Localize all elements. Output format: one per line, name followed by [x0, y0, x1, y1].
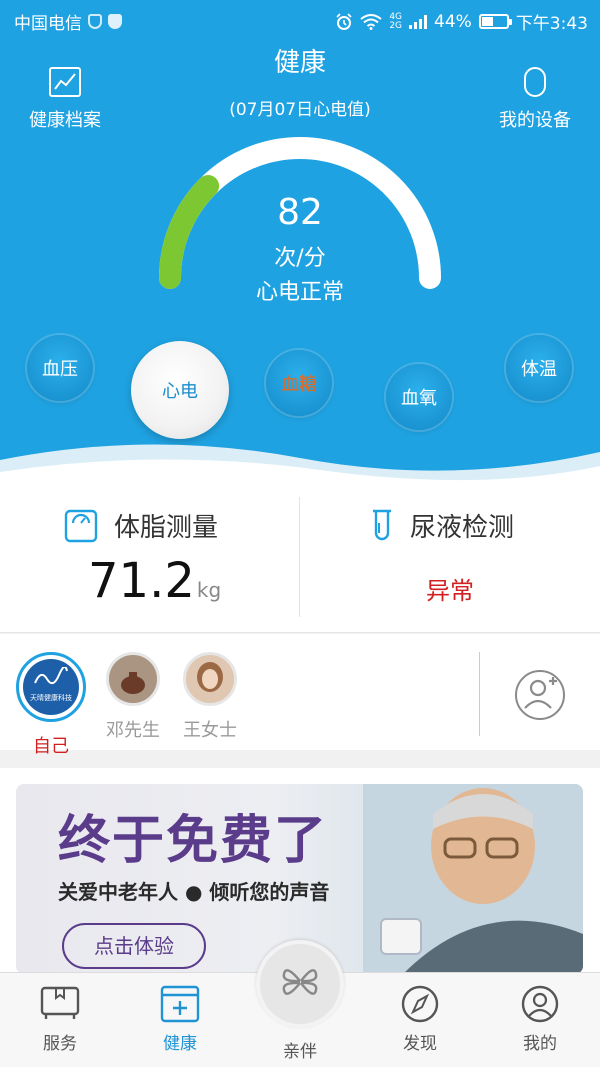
- heart-rate-status: 心电正常: [255, 280, 344, 305]
- health-records-label: 健康档案: [29, 110, 101, 131]
- avatar: 天晴健康科技: [16, 652, 86, 722]
- metric-blood-pressure[interactable]: 血压: [27, 335, 93, 401]
- avatar: [106, 652, 160, 706]
- status-right: 4G 2G 44% 下午3:43: [335, 9, 588, 34]
- measure-cards: 体脂测量 71.2 kg 尿液检测 异常: [0, 485, 600, 633]
- metric-label: 血氧: [401, 388, 437, 409]
- avatar: [183, 652, 237, 706]
- urine-test-result: 异常: [426, 577, 474, 605]
- portrait-photo: [186, 655, 234, 703]
- compass-icon: [401, 985, 439, 1023]
- member-mr-deng[interactable]: 邓先生: [97, 652, 169, 742]
- health-hero: 中国电信 4G 2G 44% 下午3:43 健康 (07月07日心电值) 健康档…: [0, 0, 600, 485]
- logo-wave-icon: [34, 667, 68, 685]
- carrier-label: 中国电信: [14, 14, 82, 34]
- tab-health[interactable]: 健康: [120, 973, 240, 1067]
- tab-label: 发现: [403, 1034, 437, 1054]
- tab-companion-label: 亲伴: [283, 1042, 317, 1062]
- tab-companion[interactable]: [256, 940, 344, 1028]
- wifi-icon: [360, 13, 382, 30]
- elderly-man-photo: [363, 784, 583, 974]
- test-tube-icon: [373, 509, 391, 540]
- chart-icon: [49, 67, 81, 97]
- tab-label: 健康: [163, 1034, 197, 1054]
- metric-blood-sugar[interactable]: 血糖: [266, 350, 332, 416]
- tab-label: 服务: [43, 1034, 77, 1054]
- family-divider: [479, 652, 480, 736]
- teapot-photo: [109, 655, 157, 703]
- heart-rate-value: 82: [277, 192, 323, 233]
- device-icon: [524, 67, 546, 97]
- logo-text: 天晴健康科技: [30, 694, 72, 702]
- status-left: 中国电信: [14, 9, 122, 34]
- clover-icon: [282, 969, 318, 995]
- body-fat-title: 体脂测量: [114, 513, 219, 543]
- clipboard-icon: [40, 986, 80, 1019]
- hero-wave: [0, 444, 600, 485]
- battery-percent: 44%: [434, 11, 472, 32]
- member-ms-wang[interactable]: 王女士: [174, 652, 246, 742]
- add-member-button[interactable]: [515, 670, 565, 720]
- family-members: 天晴健康科技 自己 邓先生 王女士: [0, 634, 600, 757]
- network-bottom-label: 2G: [389, 20, 403, 31]
- metric-blood-oxygen[interactable]: 血氧: [386, 364, 452, 430]
- member-name: 自己: [33, 736, 69, 757]
- body-fat-unit: kg: [196, 578, 222, 602]
- plus-box-icon: [160, 985, 200, 1023]
- try-now-button[interactable]: 点击体验: [62, 923, 206, 969]
- my-devices-button[interactable]: 我的设备: [492, 66, 578, 132]
- urine-test-title: 尿液检测: [410, 513, 515, 543]
- metric-label: 血糖: [281, 374, 317, 395]
- member-name: 邓先生: [106, 720, 160, 741]
- tab-label: 我的: [523, 1034, 557, 1054]
- shield-badge-icon: [88, 14, 102, 29]
- tab-mine[interactable]: 我的: [480, 973, 600, 1067]
- body-fat-card[interactable]: 体脂测量: [64, 507, 218, 544]
- status-bar: 中国电信 4G 2G 44% 下午3:43: [0, 0, 600, 40]
- urine-test-card[interactable]: 尿液检测: [370, 507, 514, 544]
- metric-label: 心电: [162, 381, 198, 402]
- alarm-icon: [336, 12, 352, 30]
- tab-service[interactable]: 服务: [0, 973, 120, 1067]
- my-devices-label: 我的设备: [499, 110, 571, 131]
- tab-discover[interactable]: 发现: [360, 973, 480, 1067]
- metric-ecg[interactable]: 心电: [131, 341, 229, 439]
- add-user-icon: [524, 677, 557, 709]
- metric-temperature[interactable]: 体温: [506, 335, 572, 401]
- health-records-button[interactable]: 健康档案: [22, 66, 108, 132]
- heart-rate-unit: 次/分: [274, 246, 326, 271]
- metric-label: 体温: [521, 359, 557, 380]
- signal-icon: [409, 14, 428, 29]
- body-fat-reading: 71.2 kg: [88, 553, 221, 609]
- clock: 下午3:43: [515, 14, 588, 34]
- battery-icon: [478, 14, 512, 29]
- security-icon: [108, 14, 122, 29]
- user-icon: [521, 985, 559, 1023]
- network-type: 4G 2G: [389, 12, 403, 31]
- banner-headline: 终于免费了: [58, 811, 329, 871]
- scale-icon: [64, 509, 98, 542]
- body-fat-value: 71.2: [88, 553, 195, 609]
- banner-subline: 关爱中老年人 ● 倾听您的声音: [58, 880, 330, 904]
- member-name: 王女士: [183, 720, 237, 741]
- member-self[interactable]: 天晴健康科技 自己: [15, 652, 87, 758]
- metric-label: 血压: [42, 359, 78, 380]
